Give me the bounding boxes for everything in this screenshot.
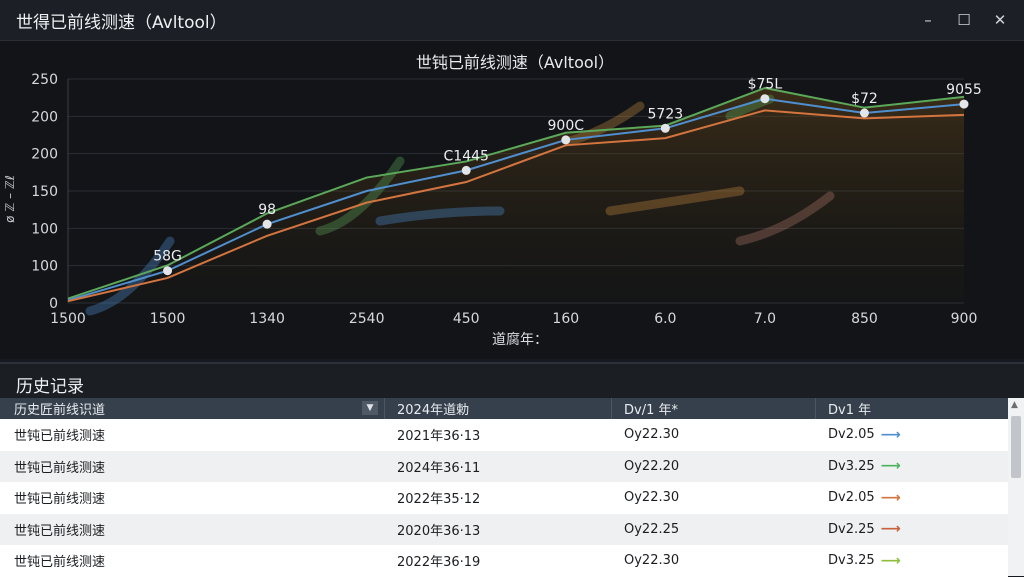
trend-arrow-icon: ⟶ <box>880 552 901 569</box>
column-header-v2[interactable]: Dv1 年 <box>816 398 1008 419</box>
chart-panel: 58G 98 C1445 900C 5723 $75L $72 9055 0 100 100 150… <box>0 41 1024 359</box>
chart-title: 世钝已前线测速（Avltool） <box>416 53 614 72</box>
minimize-button[interactable]: – <box>910 6 946 34</box>
y-tick-label: 250 <box>31 72 58 88</box>
data-point <box>959 99 969 109</box>
cell-v1: Oy22.30 <box>624 553 680 569</box>
cell-v2: Dv3.25 ⟶ <box>828 458 901 475</box>
data-label: $75L <box>748 77 783 93</box>
cell-name: 世钝已前线测速 <box>14 555 106 571</box>
data-label: 98 <box>258 202 276 218</box>
x-tick-label: 2540 <box>349 311 385 327</box>
data-label: 58G <box>153 249 182 265</box>
cell-name: 世钝已前线测速 <box>14 429 106 445</box>
cell-date: 2020年36·13 <box>397 523 481 539</box>
cell-v1: Oy22.30 <box>624 427 680 443</box>
history-section-header: 历史记录 <box>0 362 1024 400</box>
cell-date: 2024年36·11 <box>397 460 481 476</box>
cell-date: 2021年36·13 <box>397 429 481 445</box>
close-button[interactable]: ✕ <box>982 6 1018 34</box>
dropdown-icon[interactable]: ▼ <box>362 401 378 415</box>
cell-date: 2022年35·12 <box>397 492 481 508</box>
data-point <box>859 108 869 118</box>
table-header-row: 历史匠前线识道 ▼ 2024年道勅 Dv/1 年* Dv1 年 <box>0 398 1008 419</box>
cell-name: 世钝已前线测速 <box>14 460 106 476</box>
cell-v1: Oy22.20 <box>624 458 680 474</box>
x-axis-label: 道腐年： <box>492 331 548 348</box>
table-row[interactable]: 世钝已前线测速 2022年36·19 Oy22.30 Dv3.25 ⟶ <box>0 545 1008 577</box>
data-point <box>660 123 670 133</box>
y-tick-label: 100 <box>31 221 58 237</box>
cell-v2: Dv2.05 ⟶ <box>828 489 901 506</box>
trend-arrow-icon: ⟶ <box>880 521 901 538</box>
x-tick-label: 1340 <box>249 311 285 327</box>
trend-arrow-icon: ⟶ <box>880 426 901 443</box>
line-chart: 58G 98 C1445 900C 5723 $75L $72 9055 0 100 100 150… <box>3 53 982 348</box>
column-header-v1[interactable]: Dv/1 年* <box>612 398 816 419</box>
data-point <box>262 219 272 229</box>
x-tick-label: 1500 <box>150 311 186 327</box>
x-tick-label: 7.0 <box>754 311 776 327</box>
cell-v1: Oy22.30 <box>624 490 680 506</box>
data-label: C1445 <box>444 148 489 164</box>
x-tick-label: 850 <box>851 311 878 327</box>
title-bar: 世得已前线测速（Avltool） – ☐ ✕ <box>0 0 1024 41</box>
cell-name: 世钝已前线测速 <box>14 492 106 508</box>
x-tick-label: 900 <box>951 311 978 327</box>
y-tick-label: 0 <box>49 296 58 312</box>
x-tick-label: 1500 <box>50 311 86 327</box>
data-label: 9055 <box>946 82 982 98</box>
scroll-up-icon[interactable]: ▲ <box>1011 400 1018 410</box>
data-label: 900C <box>548 118 585 134</box>
cell-date: 2022年36·19 <box>397 555 481 571</box>
data-point <box>760 94 770 104</box>
cell-v2: Dv3.25 ⟶ <box>828 552 901 569</box>
y-tick-label: 200 <box>31 109 58 125</box>
cell-v1: Oy22.25 <box>624 521 680 537</box>
y-tick-label: 200 <box>31 147 58 163</box>
x-tick-label: 160 <box>552 311 579 327</box>
window-controls: – ☐ ✕ <box>910 6 1018 34</box>
window-title: 世得已前线测速（Avltool） <box>16 12 227 33</box>
history-table: 历史匠前线识道 ▼ 2024年道勅 Dv/1 年* Dv1 年 世钝已前线测速 … <box>0 398 1008 577</box>
cell-v2: Dv2.05 ⟶ <box>828 426 901 443</box>
data-point <box>163 266 173 276</box>
y-axis-label: ø ℤ – ℤℓ <box>3 175 17 223</box>
x-tick-label: 6.0 <box>654 311 676 327</box>
table-row[interactable]: 世钝已前线测速 2021年36·13 Oy22.30 Dv2.05 ⟶ <box>0 419 1008 451</box>
history-heading: 历史记录 <box>16 377 84 397</box>
y-tick-label: 100 <box>31 259 58 275</box>
x-tick-label: 450 <box>453 311 480 327</box>
trend-arrow-icon: ⟶ <box>880 489 901 506</box>
data-point <box>461 165 471 175</box>
data-label: 5723 <box>648 106 684 122</box>
cell-name: 世钝已前线测速 <box>14 523 106 539</box>
table-row[interactable]: 世钝已前线测速 2020年36·13 Oy22.25 Dv2.25 ⟶ <box>0 513 1008 545</box>
column-header-name[interactable]: 历史匠前线识道 ▼ <box>0 398 385 419</box>
trend-arrow-icon: ⟶ <box>880 458 901 475</box>
data-label: $72 <box>851 91 878 107</box>
table-row[interactable]: 世钝已前线测速 2024年36·11 Oy22.20 Dv3.25 ⟶ <box>0 450 1008 482</box>
maximize-button[interactable]: ☐ <box>946 6 982 34</box>
data-point <box>561 135 571 145</box>
y-tick-label: 150 <box>31 184 58 200</box>
scrollbar-thumb[interactable] <box>1011 416 1021 478</box>
table-scrollbar[interactable]: ▲ <box>1008 398 1024 576</box>
table-row[interactable]: 世钝已前线测速 2022年35·12 Oy22.30 Dv2.05 ⟶ <box>0 482 1008 514</box>
cell-v2: Dv2.25 ⟶ <box>828 521 901 538</box>
column-header-date[interactable]: 2024年道勅 <box>385 398 612 419</box>
